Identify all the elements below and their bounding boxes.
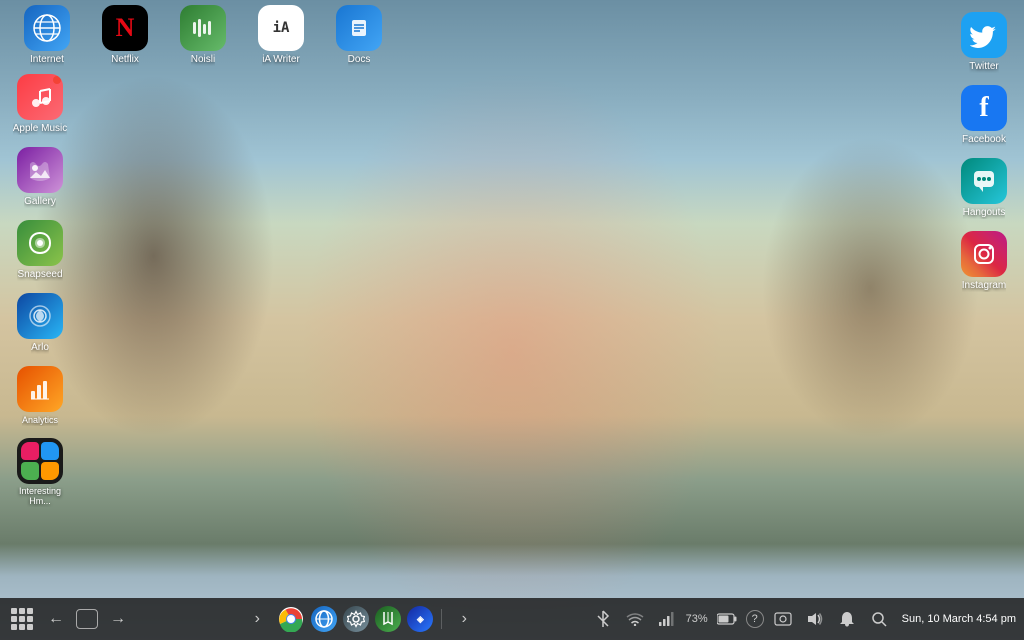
- ia-writer-label: iA Writer: [262, 54, 300, 66]
- grid-icon: [11, 608, 33, 630]
- app-icon-facebook[interactable]: f Facebook: [949, 81, 1019, 150]
- taskbar-chrome[interactable]: [277, 605, 305, 633]
- app-icon-noisli[interactable]: Noisli: [168, 1, 238, 70]
- hangouts-icon: [961, 158, 1007, 204]
- taskbar-settings[interactable]: [343, 606, 369, 632]
- analytics-label: Analytics: [22, 415, 58, 426]
- apple-music-label: Apple Music: [13, 123, 67, 135]
- analytics-icon: [17, 366, 63, 412]
- taskbar: ← → ›: [0, 598, 1024, 640]
- taskbar-divider: [441, 609, 442, 629]
- noisli-label: Noisli: [191, 54, 215, 66]
- taskbar-arrow-left[interactable]: ›: [243, 605, 271, 633]
- interesting-icon: [17, 438, 63, 484]
- taskbar-internet[interactable]: [311, 606, 337, 632]
- notifications-icon[interactable]: [834, 606, 860, 632]
- app-icon-arlo[interactable]: Arlo: [5, 289, 75, 358]
- twitter-label: Twitter: [969, 61, 998, 73]
- wallpaper-overlay: [0, 0, 1024, 640]
- facebook-icon: f: [961, 85, 1007, 131]
- taskbar-samsung[interactable]: ◈: [407, 606, 433, 632]
- instagram-label: Instagram: [962, 280, 1006, 292]
- app-icon-gallery[interactable]: Gallery: [5, 143, 75, 212]
- app-icon-hangouts[interactable]: Hangouts: [949, 154, 1019, 223]
- search-icon[interactable]: [866, 606, 892, 632]
- screenshot-icon[interactable]: [770, 606, 796, 632]
- internet-icon: [24, 5, 70, 51]
- apple-music-notification: [53, 76, 61, 84]
- instagram-icon: [961, 231, 1007, 277]
- facebook-label: Facebook: [962, 134, 1006, 146]
- datetime: Sun, 10 March 4:54 pm: [902, 613, 1016, 625]
- ia-writer-icon: iA: [258, 5, 304, 51]
- app-icon-twitter[interactable]: Twitter: [949, 8, 1019, 77]
- app-icon-docs[interactable]: Docs: [324, 1, 394, 70]
- interesting-grid: [21, 442, 59, 480]
- top-dock: Internet N Netflix Noisli iA iA Writer: [0, 0, 1024, 70]
- gallery-label: Gallery: [24, 196, 56, 208]
- taskbar-center: ›: [132, 605, 590, 633]
- help-icon[interactable]: ?: [746, 610, 764, 628]
- app-icon-apple-music[interactable]: Apple Music: [5, 70, 75, 139]
- app-icon-snapseed[interactable]: Snapseed: [5, 216, 75, 285]
- battery-icon: [714, 606, 740, 632]
- taskbar-more[interactable]: ›: [450, 605, 478, 633]
- bluetooth-icon[interactable]: [590, 606, 616, 632]
- signal-icon[interactable]: [654, 606, 680, 632]
- app-icon-instagram[interactable]: Instagram: [949, 227, 1019, 296]
- app-icon-ia-writer[interactable]: iA iA Writer: [246, 1, 316, 70]
- forward-button[interactable]: →: [104, 605, 132, 633]
- internet-label: Internet: [30, 54, 64, 66]
- arlo-label: Arlo: [31, 342, 49, 354]
- app-icon-netflix[interactable]: N Netflix: [90, 1, 160, 70]
- snapseed-label: Snapseed: [17, 269, 62, 281]
- snapseed-icon: [17, 220, 63, 266]
- right-sidebar: Twitter f Facebook Hangouts Instagram: [944, 0, 1024, 296]
- apps-grid-button[interactable]: [8, 605, 36, 633]
- gallery-icon: [17, 147, 63, 193]
- arlo-icon: [17, 293, 63, 339]
- twitter-icon: [961, 12, 1007, 58]
- taskbar-right: 73% ?: [590, 606, 1016, 632]
- netflix-label: Netflix: [111, 54, 139, 66]
- app-icon-analytics[interactable]: Analytics: [5, 362, 75, 430]
- docs-label: Docs: [348, 54, 371, 66]
- app-icon-internet[interactable]: Internet: [12, 1, 82, 70]
- wifi-icon[interactable]: [622, 606, 648, 632]
- window-button[interactable]: [76, 609, 98, 629]
- volume-icon[interactable]: [802, 606, 828, 632]
- app-icon-interesting[interactable]: Interesting Hm...: [5, 434, 75, 511]
- docs-icon: [336, 5, 382, 51]
- interesting-label: Interesting Hm...: [9, 487, 71, 507]
- netflix-icon: N: [102, 5, 148, 51]
- hangouts-label: Hangouts: [963, 207, 1006, 219]
- taskbar-left: ← →: [8, 605, 132, 633]
- back-button[interactable]: ←: [42, 605, 70, 633]
- left-sidebar: Apple Music Gallery Snapseed: [0, 70, 80, 511]
- taskbar-maps[interactable]: [375, 606, 401, 632]
- battery-level: 73%: [686, 613, 708, 625]
- noisli-icon: [180, 5, 226, 51]
- apple-music-icon: [17, 74, 63, 120]
